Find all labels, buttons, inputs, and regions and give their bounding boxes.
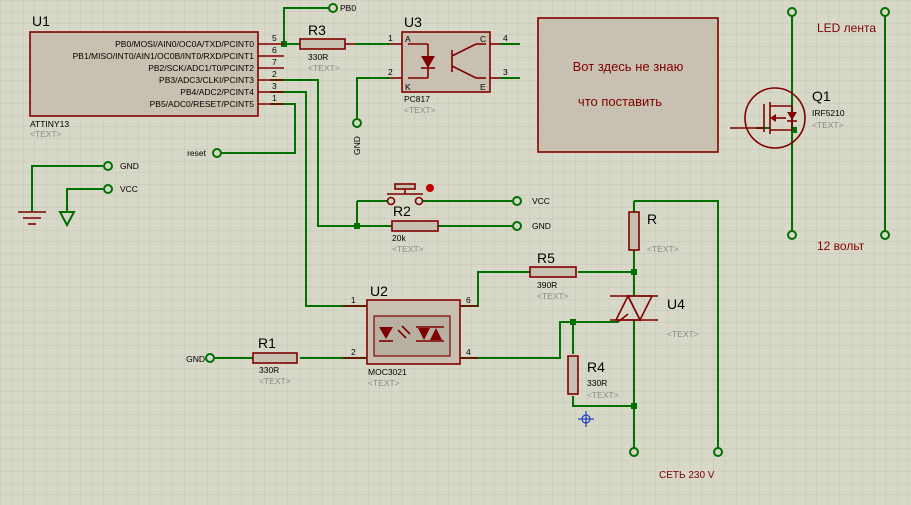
u2-num-2: 2 [351,347,356,357]
u1-pin-num: 2 [272,69,277,79]
u1-pin-num: 1 [272,93,277,103]
u2-num-1: 1 [351,295,356,305]
terminal-gnd-r2-label: GND [532,221,551,231]
u3-ref: U3 [404,14,422,30]
r4-placeholder: <TEXT> [587,390,619,400]
u1-pin-num: 3 [272,81,277,91]
u1-pin-label: PB1/MISO/INT0/AIN1/OC0B/INT0/RXD/PCINT1 [73,51,255,61]
terminal-gnd-left-label: GND [120,161,139,171]
u3-num-1: 1 [388,33,393,43]
r4-ref: R4 [587,359,605,375]
u1-pin-num: 6 [272,45,277,55]
terminal-gnd-r1-label: GND [186,354,205,364]
note-line-1: Вот здесь не знаю [573,59,684,74]
u1-pin-num: 5 [272,33,277,43]
u1-pin-label: PB4/ADC2/PCINT4 [180,87,254,97]
unknown-part-note-box[interactable]: Вот здесь не знаю что поставить [537,17,719,153]
u1-ref: U1 [32,13,50,29]
u3-part: PC817 [404,94,430,104]
u4-ref: U4 [667,296,685,312]
u3-pin-k: K [405,82,411,92]
u3-pin-a: A [405,34,411,44]
u1-pin-num: 7 [272,57,277,67]
r3-ref: R3 [308,22,326,38]
u3-num-3: 3 [503,67,508,77]
u4-placeholder: <TEXT> [667,329,699,339]
terminal-gnd-u3-label: GND [352,136,362,155]
mains-label: СЕТЬ 230 V [659,470,715,481]
u3-num-2: 2 [388,67,393,77]
u2-num-6: 6 [466,295,471,305]
r1-value: 330R [259,365,279,375]
u1-pin-label: PB5/ADC0/RESET/PCINT5 [150,99,255,109]
u1-part: ATTINY13 [30,119,69,129]
r2-value: 20k [392,233,406,243]
u2-placeholder: <TEXT> [368,378,400,388]
r5-ref: R5 [537,250,555,266]
terminal-reset-label: reset [187,148,207,158]
r2-ref: R2 [393,203,411,219]
r4-value: 330R [587,378,607,388]
r2-placeholder: <TEXT> [392,244,424,254]
u2-part: MOC3021 [368,367,407,377]
q1-part: IRF5210 [812,108,845,118]
u1-pin-label: PB0/MOSI/AIN0/OC0A/TXD/PCINT0 [115,39,254,49]
r-placeholder: <TEXT> [647,244,679,254]
r5-placeholder: <TEXT> [537,291,569,301]
r1-ref: R1 [258,335,276,351]
terminal-vcc-sw-label: VCC [532,196,550,206]
terminal-vcc-left-label: VCC [120,184,138,194]
note-line-2: что поставить [578,94,662,109]
r1-placeholder: <TEXT> [259,376,291,386]
u1-placeholder: <TEXT> [30,129,62,139]
r3-value: 330R [308,52,328,62]
q1-ref: Q1 [812,88,831,104]
u3-placeholder: <TEXT> [404,105,436,115]
u3-pin-e: E [480,82,486,92]
u3-pin-c: C [480,34,486,44]
u1-pin-label: PB3/ADC3/CLKI/PCINT3 [159,75,254,85]
u2-ref: U2 [370,283,388,299]
schematic-canvas: U1 ATTINY13 <TEXT> PB0/MOSI/AIN0/OC0A/TX… [0,0,911,505]
terminal-pb0-label: PB0 [340,3,356,13]
u1-pin-label: PB2/SCK/ADC1/T0/PCINT2 [148,63,254,73]
q1-placeholder: <TEXT> [812,120,844,130]
voltage-label: 12 вольт [817,239,865,253]
led-strip-label: LED лента [817,21,876,35]
r5-value: 390R [537,280,557,290]
r-ref: R [647,211,657,227]
r3-placeholder: <TEXT> [308,63,340,73]
u2-num-4: 4 [466,347,471,357]
u3-num-4: 4 [503,33,508,43]
